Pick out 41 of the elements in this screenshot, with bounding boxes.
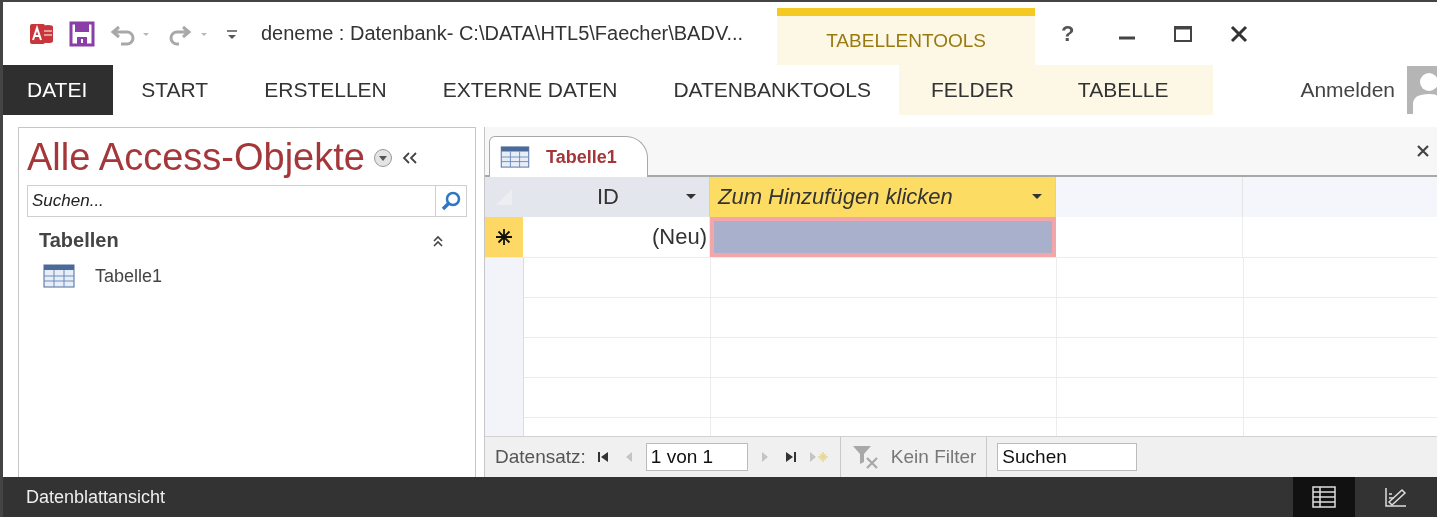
active-cell[interactable] bbox=[710, 217, 1056, 257]
search-icon[interactable] bbox=[435, 185, 467, 217]
caret-icon[interactable] bbox=[1031, 193, 1043, 201]
contextual-group-label: TABELLENTOOLS bbox=[826, 29, 986, 52]
search-field[interactable]: Suchen... bbox=[27, 185, 435, 217]
record-position-field[interactable]: 1 von 1 bbox=[645, 443, 748, 471]
table-icon bbox=[500, 146, 530, 168]
ribbon-tab[interactable]: DATEI bbox=[3, 65, 114, 115]
navigation-pane-title[interactable]: Alle Access-Objekte bbox=[27, 136, 365, 179]
ribbon-tab[interactable]: FELDER bbox=[899, 65, 1046, 115]
record-label: Datensatz: bbox=[495, 446, 586, 468]
status-text: Datenblattansicht bbox=[25, 486, 166, 508]
datasheet-icon bbox=[1312, 486, 1336, 508]
datasheet-view-button[interactable] bbox=[1293, 477, 1355, 517]
ribbon-tab[interactable]: EXTERNE DATEN bbox=[414, 65, 646, 115]
ribbon-tab[interactable]: DATENBANKTOOLS bbox=[645, 65, 899, 115]
sign-in-link[interactable]: Anmelden bbox=[1300, 78, 1395, 102]
ribbon-tab[interactable]: TABELLE bbox=[1045, 65, 1213, 115]
filter-status[interactable]: Kein Filter bbox=[890, 446, 977, 468]
close-icon[interactable] bbox=[1415, 143, 1431, 159]
column-header[interactable]: Zum Hinzufügen klicken bbox=[710, 177, 1056, 217]
save-icon[interactable] bbox=[69, 20, 95, 47]
ribbon-tab[interactable]: START bbox=[113, 65, 237, 115]
close-icon[interactable] bbox=[1228, 23, 1249, 44]
collapse-icon[interactable] bbox=[431, 233, 445, 248]
ribbon-tab[interactable]: ERSTELLEN bbox=[236, 65, 415, 115]
help-button[interactable]: ? bbox=[1055, 20, 1081, 47]
group-header[interactable]: Tabellen bbox=[39, 229, 119, 252]
design-ruler-icon bbox=[1384, 486, 1408, 508]
search-field[interactable]: Suchen bbox=[997, 443, 1138, 471]
column-header[interactable]: ID bbox=[523, 177, 710, 217]
document-tab[interactable]: Tabelle1 bbox=[489, 136, 648, 177]
table-icon bbox=[43, 264, 75, 288]
caret-icon[interactable] bbox=[685, 193, 697, 201]
new-record-icon bbox=[495, 228, 513, 246]
maximize-icon[interactable] bbox=[1172, 23, 1193, 44]
dropdown-icon[interactable] bbox=[372, 147, 393, 168]
collapse-pane-icon[interactable] bbox=[400, 149, 419, 166]
window-title: deneme : Datenbank- C:\DATA\HTL5\Faecher\BADV... bbox=[261, 22, 744, 45]
table-item[interactable]: Tabelle1 bbox=[95, 265, 163, 287]
table-cell: (Neu) bbox=[652, 224, 707, 250]
